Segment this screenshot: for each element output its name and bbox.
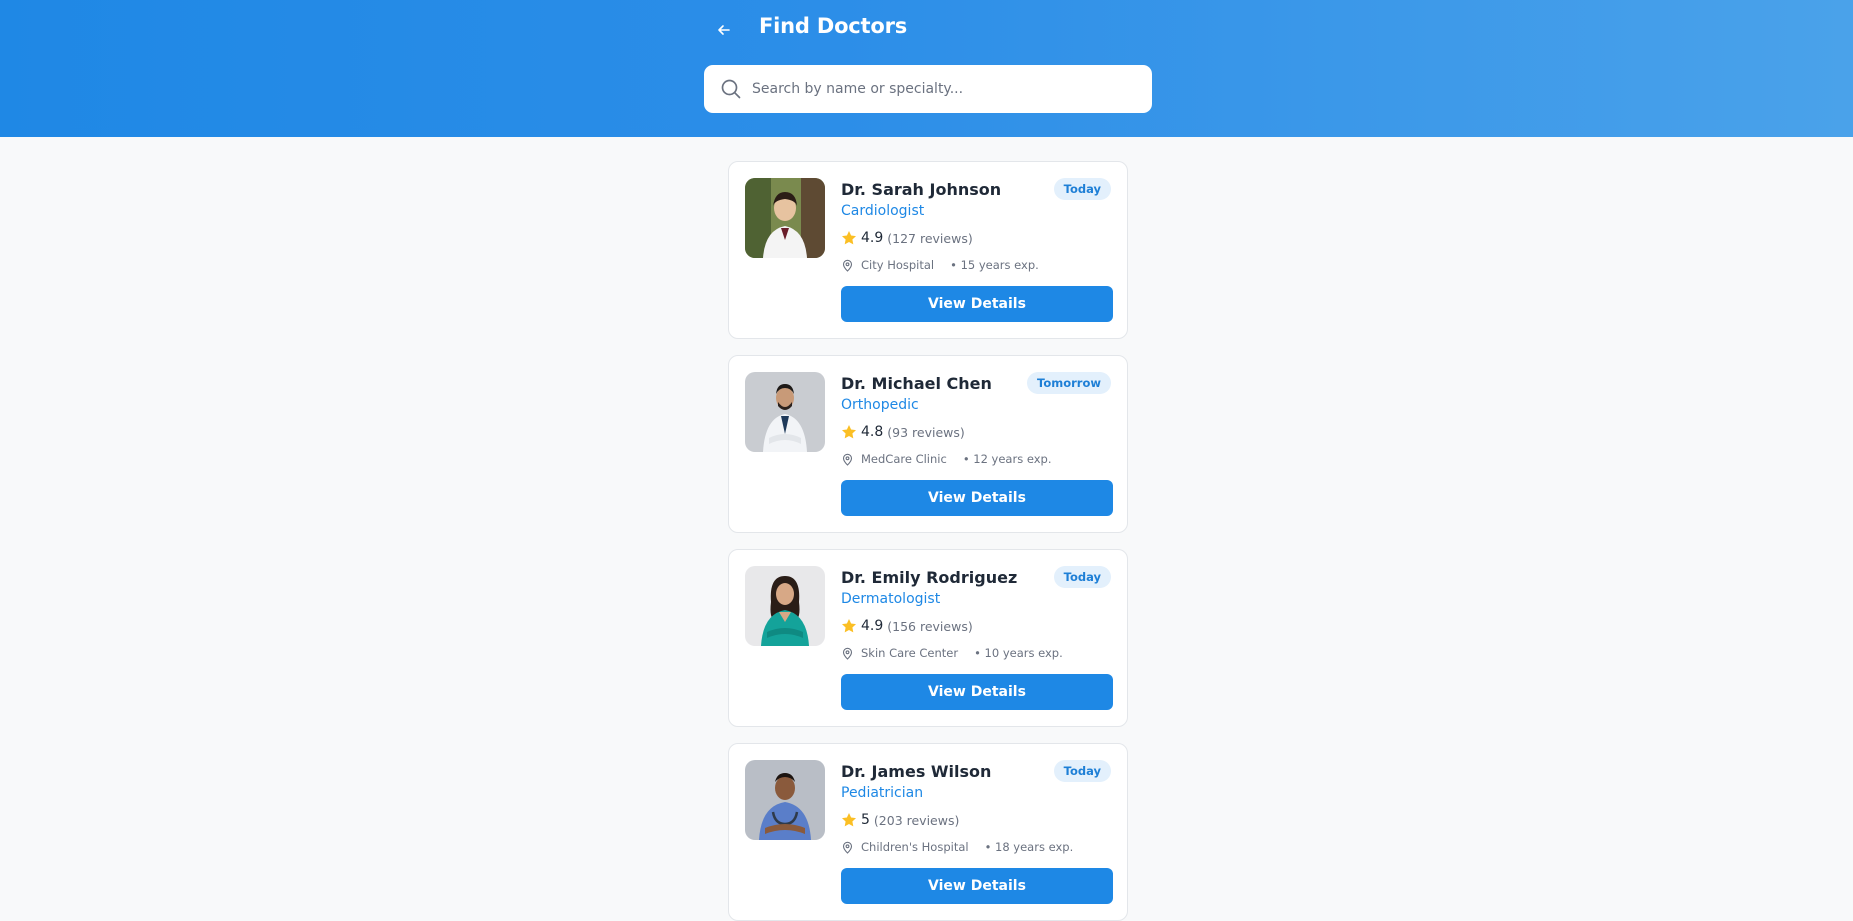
doctor-specialty: Pediatrician (841, 785, 924, 801)
doctor-name: Dr. Emily Rodriguez (841, 568, 1018, 587)
doctor-avatar (745, 178, 825, 258)
experience-text: • 10 years exp. (974, 646, 1063, 660)
search-box[interactable] (704, 65, 1152, 113)
star-icon (842, 619, 856, 633)
doctor-name: Dr. James Wilson (841, 762, 992, 781)
review-count: (203 reviews) (873, 812, 960, 828)
view-details-button[interactable]: View Details (841, 674, 1113, 710)
doctor-specialty: Orthopedic (841, 397, 919, 413)
rating-row: 4.9 (156 reviews) (841, 618, 973, 634)
view-details-button[interactable]: View Details (841, 480, 1113, 516)
doctor-name: Dr. Sarah Johnson (841, 180, 1002, 199)
availability-badge: Today (1053, 566, 1111, 588)
rating-row: 5 (203 reviews) (841, 812, 959, 828)
experience-text: • 18 years exp. (984, 840, 1074, 854)
location-text: MedCare Clinic (861, 452, 947, 466)
meta-row: Skin Care Center • 10 years exp. (841, 646, 1063, 660)
arrow-left-icon (718, 25, 730, 35)
doctor-specialty: Cardiologist (841, 203, 925, 219)
map-pin-icon (842, 453, 853, 466)
meta-row: Children's Hospital • 18 years exp. (841, 840, 1073, 854)
back-button[interactable] (712, 18, 736, 42)
rating-row: 4.9 (127 reviews) (841, 230, 973, 246)
doctor-avatar (745, 760, 825, 840)
star-icon (842, 231, 856, 245)
doctor-card: Dr. Michael Chen Orthopedic Tomorrow 4.8… (728, 355, 1128, 533)
review-count: (156 reviews) (887, 618, 973, 634)
doctor-name: Dr. Michael Chen (841, 374, 992, 393)
search-icon (721, 79, 741, 99)
doctor-card: Dr. Emily Rodriguez Dermatologist Today … (728, 549, 1128, 727)
rating-row: 4.8 (93 reviews) (841, 424, 965, 440)
meta-row: MedCare Clinic • 12 years exp. (841, 452, 1051, 466)
rating-value: 5 (861, 812, 870, 828)
star-icon (842, 813, 856, 827)
map-pin-icon (842, 647, 853, 660)
rating-value: 4.8 (861, 424, 884, 440)
meta-row: City Hospital • 15 years exp. (841, 258, 1039, 272)
view-details-button[interactable]: View Details (841, 868, 1113, 904)
availability-badge: Today (1053, 178, 1111, 200)
availability-badge: Today (1053, 760, 1111, 782)
doctor-card: Dr. Sarah Johnson Cardiologist Today 4.9… (728, 161, 1128, 339)
view-details-button[interactable]: View Details (841, 286, 1113, 322)
availability-badge: Tomorrow (1027, 372, 1111, 394)
doctor-card: Dr. James Wilson Pediatrician Today 5 (2… (728, 743, 1128, 921)
doctor-specialty: Dermatologist (841, 591, 941, 607)
page-title: Find Doctors (759, 14, 908, 38)
doctor-avatar (745, 566, 825, 646)
review-count: (93 reviews) (887, 424, 965, 440)
location-text: Children's Hospital (861, 840, 969, 854)
star-icon (842, 425, 856, 439)
doctor-avatar (745, 372, 825, 452)
map-pin-icon (842, 841, 853, 854)
rating-value: 4.9 (861, 618, 884, 634)
experience-text: • 12 years exp. (962, 452, 1052, 466)
search-input[interactable] (752, 65, 1142, 113)
location-text: City Hospital (861, 258, 935, 272)
map-pin-icon (842, 259, 853, 272)
review-count: (127 reviews) (887, 230, 973, 246)
experience-text: • 15 years exp. (950, 258, 1039, 272)
location-text: Skin Care Center (861, 646, 959, 660)
app-header: Find Doctors (0, 0, 1853, 137)
rating-value: 4.9 (861, 230, 884, 246)
